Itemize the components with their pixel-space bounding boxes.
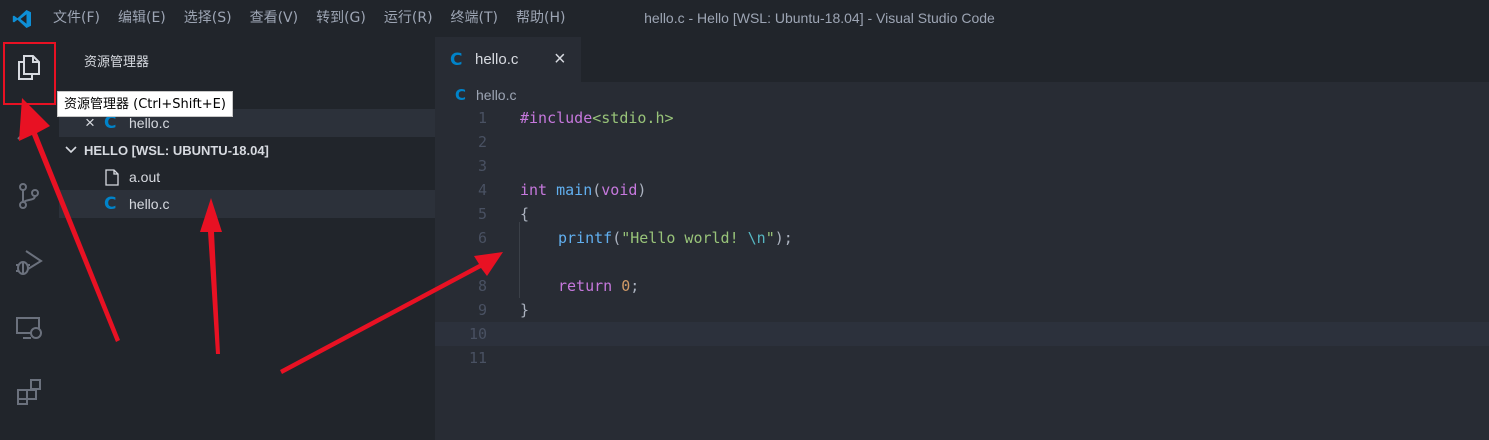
search-icon[interactable] [10, 110, 48, 148]
close-icon[interactable]: × [554, 48, 566, 71]
c-file-icon: C [450, 49, 463, 70]
menu-edit[interactable]: 编辑(E) [109, 0, 175, 37]
source-control-icon[interactable] [10, 177, 48, 215]
code-token: 0 [621, 277, 631, 295]
code-token: ; [630, 277, 640, 295]
file-item-hello-c[interactable]: C hello.c [59, 190, 435, 218]
run-debug-icon[interactable] [10, 243, 48, 281]
tab-label: hello.c [475, 51, 519, 68]
c-file-icon: C [455, 86, 467, 104]
line-number: 8 [477, 277, 487, 295]
code-line: 11 [435, 346, 1489, 370]
line-number: 7 [477, 253, 487, 271]
line-number: 3 [477, 157, 487, 175]
file-name: a.out [129, 169, 161, 185]
line-number: 1 [477, 109, 487, 127]
menu-go[interactable]: 转到(G) [307, 0, 375, 37]
line-number: 6 [477, 229, 487, 247]
code-line: 5 { [435, 202, 1489, 226]
breadcrumb-label: hello.c [476, 87, 517, 103]
code-line: 4 int main(void) [435, 178, 1489, 202]
menu-help[interactable]: 帮助(H) [507, 0, 574, 37]
code-line: 3 [435, 154, 1489, 178]
code-token: { [520, 205, 530, 223]
code-line-current: 10 [435, 322, 1489, 346]
code-token: " [765, 229, 775, 247]
code-token: int [520, 181, 548, 199]
code-token: <stdio.h> [592, 109, 674, 127]
indent-guide [519, 222, 520, 298]
code-token: ( [592, 181, 602, 199]
code-token: } [520, 301, 530, 319]
code-token: main [556, 181, 593, 199]
c-file-icon: C [104, 194, 117, 214]
menu-selection[interactable]: 选择(S) [175, 0, 241, 37]
code-line: 1 #include<stdio.h> [435, 106, 1489, 130]
explorer-highlight-box [3, 42, 56, 105]
code-token: #include [520, 109, 593, 127]
editor-tab-bar: C hello.c × [435, 37, 1489, 82]
breadcrumb[interactable]: C hello.c [455, 84, 516, 106]
vscode-logo-icon [0, 0, 44, 37]
code-line: 7 [435, 250, 1489, 274]
chevron-down-icon [65, 146, 77, 154]
code-token: ) [637, 181, 647, 199]
code-line: 6 printf("Hello world! \n"); [435, 226, 1489, 250]
tab-hello-c[interactable]: C hello.c × [435, 37, 581, 82]
line-number: 4 [477, 181, 487, 199]
code-token: void [601, 181, 638, 199]
code-line: 9 } [435, 298, 1489, 322]
explorer-tooltip: 资源管理器 (Ctrl+Shift+E) [57, 91, 233, 117]
menu-run[interactable]: 运行(R) [375, 0, 442, 37]
code-line: 8 return 0; [435, 274, 1489, 298]
sidebar-title: 资源管理器 [84, 55, 150, 70]
menu-file[interactable]: 文件(F) [44, 0, 109, 37]
folder-header[interactable]: HELLO [WSL: UBUNTU-18.04] [59, 136, 435, 164]
code-editor[interactable]: 1 #include<stdio.h> 2 3 4 int main(void)… [435, 106, 1489, 440]
folder-name: HELLO [WSL: UBUNTU-18.04] [84, 142, 269, 158]
file-name: hello.c [129, 196, 170, 212]
code-token: "Hello world! [621, 229, 748, 247]
line-number: 9 [477, 301, 487, 319]
code-token: ( [612, 229, 622, 247]
line-number: 5 [477, 205, 487, 223]
remote-explorer-icon[interactable] [10, 309, 48, 347]
file-item-a-out[interactable]: a.out [59, 163, 435, 191]
title-bar: 文件(F) 编辑(E) 选择(S) 查看(V) 转到(G) 运行(R) 终端(T… [0, 0, 1489, 37]
menu-view[interactable]: 查看(V) [241, 0, 308, 37]
file-icon [105, 168, 119, 186]
code-token: ); [774, 229, 793, 247]
code-token: \n [747, 229, 766, 247]
line-number: 11 [468, 349, 487, 367]
line-number: 2 [477, 133, 487, 151]
code-token: return [558, 277, 613, 295]
extensions-icon[interactable] [10, 373, 48, 411]
code-token: printf [558, 229, 613, 247]
code-line: 2 [435, 130, 1489, 154]
line-number: 10 [468, 325, 487, 343]
menu-terminal[interactable]: 终端(T) [442, 0, 507, 37]
